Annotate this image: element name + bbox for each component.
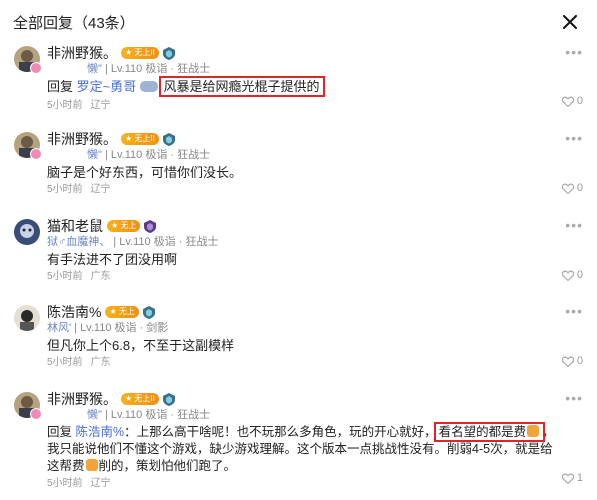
guild-name: 懒": [87, 63, 102, 75]
comment-time: 5小时前: [47, 184, 83, 195]
reply-to-user[interactable]: 罗定: [77, 79, 103, 94]
like-button[interactable]: 1: [561, 472, 583, 484]
more-options-button[interactable]: •••: [565, 44, 583, 60]
more-options-button[interactable]: •••: [565, 130, 583, 146]
emoji-icon: [527, 425, 540, 437]
comment-text: 但凡你上个6.8，不至于这副模样: [47, 338, 235, 353]
like-button[interactable]: 0: [561, 182, 583, 194]
like-button[interactable]: 0: [561, 269, 583, 281]
rank-badge-icon: [139, 81, 158, 92]
comment-text: ：上那么高干啥呢！也不玩那么多角色，玩的开心就好，: [124, 425, 437, 439]
reply-prefix: 回复: [47, 79, 74, 94]
emoji-icon: [85, 459, 98, 471]
comment-time: 5小时前: [47, 271, 83, 282]
commenter-name[interactable]: 非洲野猴。: [47, 129, 117, 149]
highlighted-text: 看名望的都是费: [433, 422, 546, 442]
heart-icon: [561, 269, 574, 281]
close-button[interactable]: [557, 9, 583, 35]
more-options-button[interactable]: •••: [565, 390, 583, 406]
reply-to-user[interactable]: 陈浩南%: [76, 425, 125, 439]
comment-location: 辽宁: [90, 478, 111, 489]
rank-shield-icon: [162, 132, 175, 146]
header: 全部回复（43条）: [0, 0, 597, 44]
like-count: 0: [576, 355, 583, 367]
vip-badge: ★ 无上II: [121, 393, 159, 405]
guild-name: 林风': [47, 322, 72, 334]
comment-location: 广东: [90, 271, 111, 282]
level-class: | Lv.110 极诣 · 狂战士: [110, 236, 219, 248]
comment-text: 风暴是给网瘾光棍子提供的: [158, 76, 325, 97]
comment-time: 5小时前: [47, 100, 83, 111]
level-class: | Lv.110 极诣 · 狂战士: [101, 409, 211, 421]
rank-shield-icon: [144, 219, 157, 233]
guild-name: 懒": [87, 409, 102, 421]
page-title: 全部回复（43条）: [13, 14, 135, 32]
reply-prefix: 回复: [47, 425, 73, 439]
rank-shield-icon: [162, 392, 175, 406]
vip-badge: ★ 无上: [105, 306, 139, 318]
like-button[interactable]: 0: [561, 95, 583, 107]
comment-text: 脑子是个好东西，可惜你们没长。: [47, 165, 243, 180]
heart-icon: [561, 472, 574, 484]
gender-female-icon: [30, 62, 42, 74]
comment-item: 非洲野猴。 ★ 无上II 懒" | Lv.110 极诣 · 狂战士 回复 罗定~…: [0, 44, 597, 116]
like-count: 0: [576, 269, 583, 281]
comment-item: 非洲野猴。 ★ 无上II 懒" | Lv.110 极诣 · 狂战士 回复 陈浩南…: [0, 390, 597, 500]
rank-shield-icon: [162, 46, 175, 60]
avatar[interactable]: [14, 305, 40, 331]
comment-location: 广东: [90, 357, 111, 368]
comment-text: 有手法进不了团没用啊: [47, 252, 178, 267]
heart-icon: [561, 355, 574, 367]
comment-text-end: 削的，策划怕他们跑了。: [98, 459, 237, 473]
close-icon: [563, 15, 577, 29]
vip-badge: ★ 无上: [107, 220, 141, 232]
gender-female-icon: [30, 408, 42, 420]
heart-icon: [561, 182, 574, 194]
comment-location: 辽宁: [90, 184, 111, 195]
comment-location: 辽宁: [90, 100, 111, 111]
level-class: | Lv.110 极诣 · 狂战士: [101, 149, 211, 161]
heart-icon: [561, 95, 574, 107]
more-options-button[interactable]: •••: [565, 217, 583, 233]
like-count: 0: [576, 95, 583, 107]
avatar[interactable]: [14, 219, 40, 245]
vip-badge: ★ 无上II: [121, 47, 159, 59]
guild-name: 狱♂血魔神、: [47, 236, 111, 248]
comment-item: 非洲野猴。 ★ 无上II 懒" | Lv.110 极诣 · 狂战士 脑子是个好东…: [0, 130, 597, 200]
comment-time: 5小时前: [47, 478, 83, 489]
comment-time: 5小时前: [47, 357, 83, 368]
commenter-name[interactable]: 陈浩南%: [47, 302, 101, 322]
comment-item: 猫和老鼠 ★ 无上 狱♂血魔神、 | Lv.110 极诣 · 狂战士 有手法进不…: [0, 217, 597, 287]
commenter-name[interactable]: 非洲野猴。: [47, 389, 117, 409]
more-options-button[interactable]: •••: [565, 303, 583, 319]
vip-badge: ★ 无上II: [121, 133, 159, 145]
guild-name: 懒": [87, 149, 102, 161]
like-count: 1: [576, 472, 583, 484]
level-class: | Lv.110 极诣 · 剑影: [71, 322, 169, 334]
commenter-name[interactable]: 猫和老鼠: [47, 216, 103, 236]
rank-shield-icon: [142, 305, 155, 319]
level-class: | Lv.110 极诣 · 狂战士: [101, 63, 211, 75]
commenter-name[interactable]: 非洲野猴。: [47, 43, 117, 63]
like-count: 0: [576, 182, 583, 194]
comment-item: 陈浩南% ★ 无上 林风' | Lv.110 极诣 · 剑影 但凡你上个6.8，…: [0, 303, 597, 373]
reply-to-user[interactable]: 勇哥: [110, 79, 136, 94]
gender-female-icon: [30, 148, 42, 160]
like-button[interactable]: 0: [561, 355, 583, 367]
